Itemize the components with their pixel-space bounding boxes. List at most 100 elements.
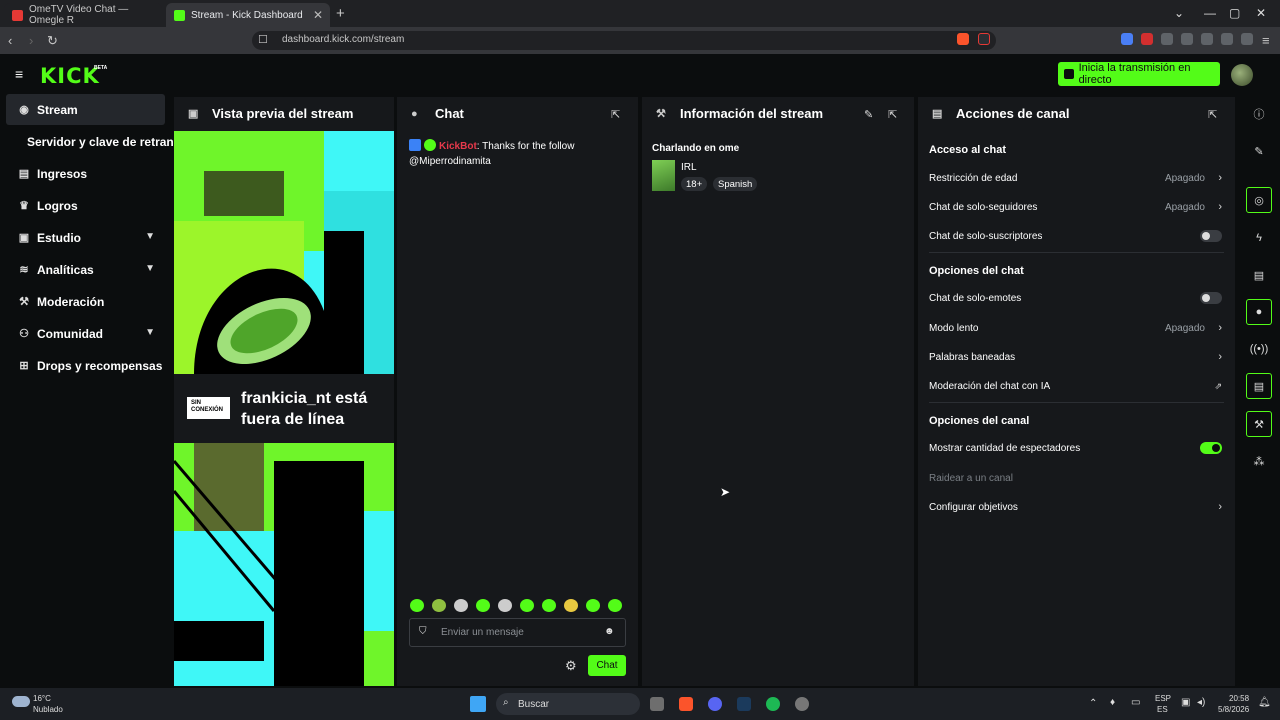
sidebar-item-revenue[interactable]: ▤ Ingresos [6,158,165,189]
viewer-count-toggle[interactable] [1200,442,1222,454]
emote-icon[interactable] [454,599,468,612]
back-icon[interactable]: ‹ [8,33,12,48]
send-chat-button[interactable]: Chat [588,655,626,676]
panel-title: ● Chat [411,106,464,121]
windows-start-icon[interactable] [470,696,486,712]
brave-rewards-icon[interactable] [978,33,990,45]
spotify-icon[interactable] [766,697,780,711]
microphone-icon[interactable]: ♦ [1110,697,1115,708]
row-raid-channel[interactable]: Raidear a un canal [929,470,1224,486]
wallet-icon[interactable] [1201,33,1213,45]
obs-icon[interactable] [795,697,809,711]
forward-icon[interactable]: › [29,33,33,48]
shield-icon[interactable]: ⛉ [419,626,427,637]
emote-icon[interactable] [432,599,446,612]
clock-date[interactable]: 5/8/2026 [1218,705,1249,714]
tab-search-icon[interactable]: ⌄ [1174,6,1184,20]
row-slow-mode[interactable]: Modo lento Apagado › [929,320,1224,336]
sidebar-item-server-key[interactable]: Servidor y clave de retransn [6,126,176,157]
brave-browser-icon[interactable] [679,697,693,711]
kick-logo[interactable]: KICK [40,64,100,88]
browser-tab-ometv[interactable]: OmeTV Video Chat — Omegle R [4,3,162,27]
wrench-widget-icon[interactable]: ⚒ [1246,411,1272,437]
input-language-sub[interactable]: ES [1157,705,1168,714]
chat-widget-icon[interactable]: ● [1246,299,1272,325]
input-language[interactable]: ESP [1155,694,1171,703]
taskbar-search[interactable]: Buscar [496,693,640,715]
weather-temp[interactable]: 16°C [33,694,51,703]
sidebar-item-community[interactable]: ⚇ Comunidad ▼ [6,318,165,349]
emote-icon[interactable] [476,599,490,612]
weather-desc[interactable]: Nublado [33,705,63,714]
lightning-icon[interactable]: ϟ [1246,225,1272,251]
emote-icon[interactable] [608,599,622,612]
minimize-button[interactable]: — [1204,6,1216,20]
close-window-button[interactable]: ✕ [1256,6,1266,20]
chat-input-placeholder[interactable]: Enviar un mensaje [441,627,524,638]
translate-extension-icon[interactable] [1121,33,1133,45]
actions-icon: ▤ [932,108,943,120]
go-live-button[interactable]: Inicia la transmisión en directo [1058,62,1220,86]
row-ai-moderation[interactable]: Moderación del chat con IA ⇗ [929,378,1224,394]
task-view-icon[interactable] [650,697,664,711]
emote-icon[interactable] [520,599,534,612]
edit-pencil-icon[interactable]: ✎ [1246,138,1272,164]
close-tab-icon[interactable]: ✕ [313,8,323,22]
steam-icon[interactable] [737,697,751,711]
url-text[interactable]: dashboard.kick.com/stream [282,34,404,45]
document-icon[interactable]: ▤ [1246,262,1272,288]
menu-icon[interactable]: ≡ [1262,33,1270,48]
abp-extension-icon[interactable] [1141,33,1153,45]
tray-overflow-icon[interactable]: ⌃ [1089,698,1097,709]
notifications-icon[interactable]: 🔔︎ [1258,697,1271,708]
sidebar-item-achievements[interactable]: ♛ Logros [6,190,165,221]
volume-icon[interactable]: ◂) [1197,697,1205,708]
sidebar-item-analytics[interactable]: ≋ Analíticas ▼ [6,254,165,285]
broadcast-icon[interactable]: ((•)) [1246,336,1272,362]
network-icon[interactable]: ▣ [1181,697,1190,708]
sidebar-toggle-icon[interactable] [1181,33,1193,45]
extensions-icon[interactable] [1161,33,1173,45]
leo-ai-icon[interactable] [1221,33,1233,45]
preview-widget-icon[interactable]: ◎ [1246,187,1272,213]
popout-icon[interactable]: ⇱ [611,108,620,121]
edit-pencil-icon[interactable]: ✎ [864,108,873,121]
new-tab-button[interactable]: + [336,5,345,22]
hamburger-menu-icon[interactable]: ≡ [15,66,23,82]
vpn-icon[interactable] [1241,33,1253,45]
chat-settings-icon[interactable]: ⚙ [565,658,577,674]
emote-icon[interactable] [410,599,424,612]
sidebar-item-drops[interactable]: ⊞ Drops y recompensas [6,350,165,381]
brave-shields-icon[interactable] [957,33,969,45]
sidebar-item-moderation[interactable]: ⚒ Moderación [6,286,165,317]
chat-username[interactable]: KickBot [439,141,477,152]
bookmark-icon[interactable]: ☐ [258,33,268,46]
popout-icon[interactable]: ⇱ [1208,108,1217,121]
emote-icon[interactable] [542,599,556,612]
browser-tab-kick[interactable]: Stream - Kick Dashboard ✕ [166,3,330,27]
actions-widget-icon[interactable]: ▤ [1246,373,1272,399]
subscribers-only-toggle[interactable] [1200,230,1222,242]
sidebar-item-studio[interactable]: ▣ Estudio ▼ [6,222,165,253]
reload-icon[interactable]: ↻ [47,33,58,49]
info-icon[interactable]: ⓘ [1246,101,1272,127]
revenue-icon: ▤ [18,168,30,180]
row-banned-words[interactable]: Palabras baneadas › [929,349,1224,365]
emote-icon[interactable] [498,599,512,612]
emote-icon[interactable] [586,599,600,612]
maximize-button[interactable]: ▢ [1229,6,1240,20]
row-followers-only[interactable]: Chat de solo-seguidores Apagado › [929,199,1224,215]
emoji-picker-icon[interactable]: ☻ [604,626,615,637]
emotes-only-toggle[interactable] [1200,292,1222,304]
display-icon[interactable]: ▭ [1131,697,1140,708]
emote-icon[interactable] [564,599,578,612]
row-age-restriction[interactable]: Restricción de edad Apagado › [929,170,1224,186]
offline-badge: SIN CONEXIÓN [187,397,230,419]
clock-time[interactable]: 20:58 [1229,694,1249,703]
user-avatar[interactable] [1231,64,1253,86]
popout-icon[interactable]: ⇱ [888,108,897,121]
row-configure-goals[interactable]: Configurar objetivos › [929,499,1224,515]
community-widget-icon[interactable]: ⁂ [1246,448,1272,474]
discord-icon[interactable] [708,697,722,711]
sidebar-item-stream[interactable]: ◉ Stream [6,94,165,125]
